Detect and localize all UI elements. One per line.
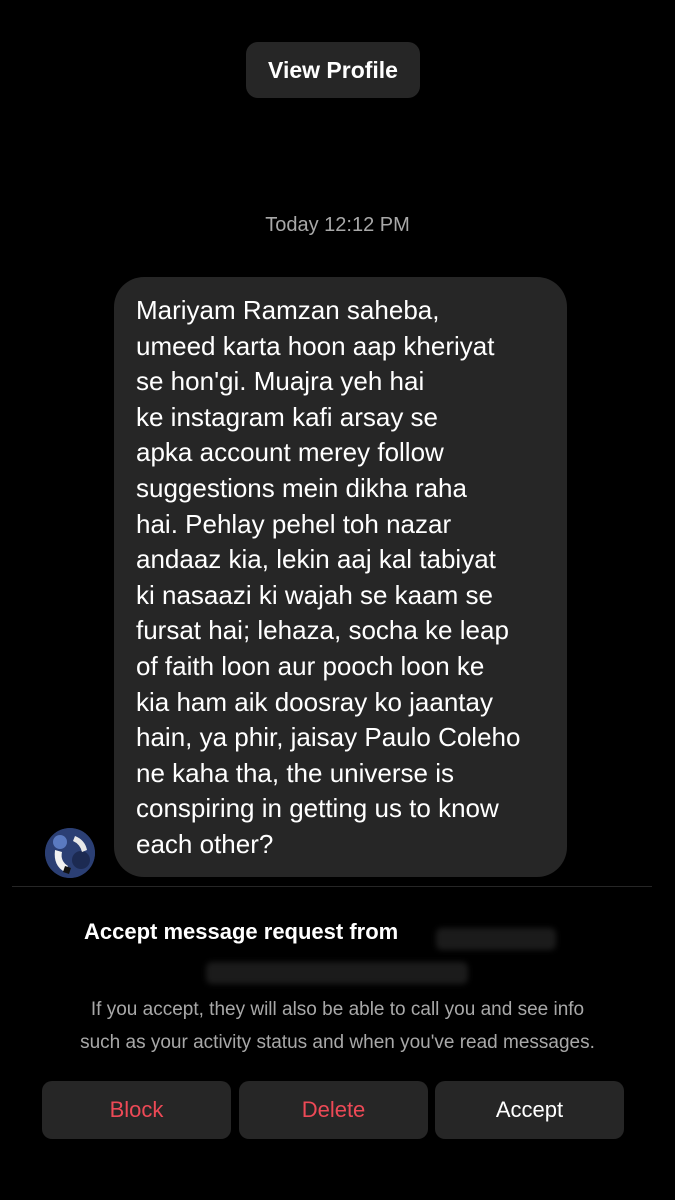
message-line: suggestions mein dikha raha (136, 472, 467, 503)
message-timestamp: Today 12:12 PM (265, 214, 410, 236)
message-line: apka account merey follow (136, 437, 444, 468)
panel-divider (12, 886, 652, 887)
message-line: hain, ya phir, jaisay Paulo Coleho (136, 722, 521, 753)
delete-button[interactable]: Delete (239, 1081, 428, 1139)
message-line: ne kaha tha, the universe is (136, 757, 454, 788)
message-line: ki nasaazi ki wajah se kaam se (136, 579, 493, 610)
request-title: Accept message request from (84, 919, 399, 944)
message-line: ke instagram kafi arsay se (136, 401, 439, 432)
profile-avatar-icon (45, 828, 95, 878)
message-line: of faith loon aur pooch loon ke (136, 650, 485, 681)
message-line: conspiring in getting us to know (136, 793, 499, 824)
message-line: se hon'gi. Muajra yeh hai (136, 366, 425, 397)
message-line: andaaz kia, lekin aaj kal tabiyat (136, 544, 496, 575)
sender-avatar[interactable] (45, 828, 95, 878)
message-line: kia ham aik doosray ko jaantay (136, 686, 493, 717)
redacted-fullname (206, 962, 468, 984)
redacted-username (436, 928, 556, 950)
message-line: hai. Pehlay pehel toh nazar (136, 508, 452, 539)
message-line: fursat hai; lehaza, socha ke leap (136, 615, 509, 646)
view-profile-button[interactable]: View Profile (246, 42, 420, 98)
request-description-line: such as your activity status and when yo… (80, 1032, 595, 1053)
request-description: If you accept, they will also be able to… (0, 993, 675, 1059)
accept-button[interactable]: Accept (435, 1081, 624, 1139)
message-line: each other? (136, 828, 274, 859)
message-line: umeed karta hoon aap kheriyat (136, 330, 495, 361)
block-button[interactable]: Block (42, 1081, 231, 1139)
request-description-line: If you accept, they will also be able to… (90, 999, 585, 1020)
message-line: Mariyam Ramzan saheba, (136, 295, 440, 325)
message-bubble: Mariyam Ramzan saheba, umeed karta hoon … (114, 277, 567, 877)
